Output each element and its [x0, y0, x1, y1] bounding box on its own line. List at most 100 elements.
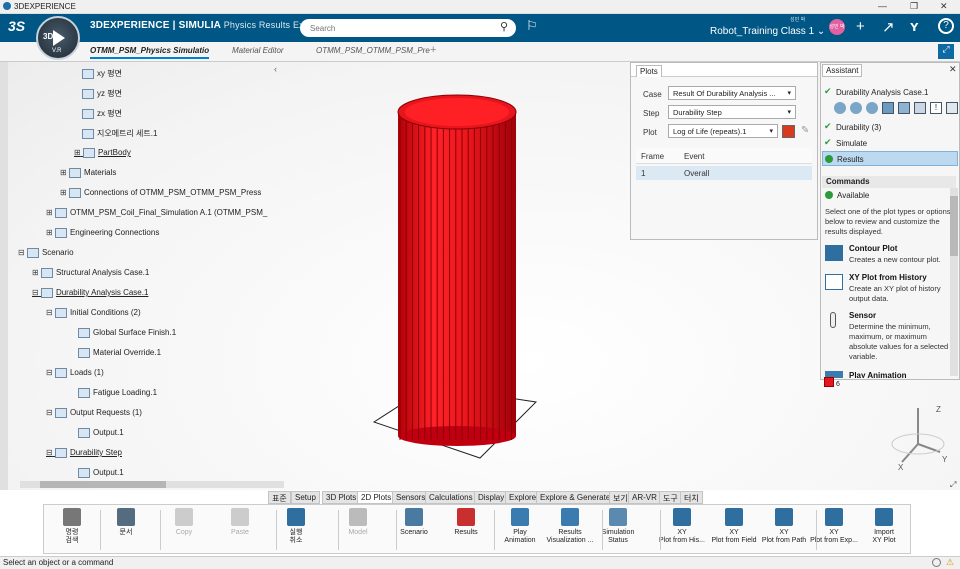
- sensor-title[interactable]: Sensor: [849, 311, 876, 320]
- case-dropdown[interactable]: Result Of Durability Analysis ... ▾: [668, 86, 796, 100]
- bottom-tab[interactable]: 표준: [268, 491, 291, 504]
- collab-space-selector[interactable]: Robot_Training Class 1 ⌄: [710, 26, 825, 37]
- page-icon[interactable]: [946, 102, 958, 114]
- document-button[interactable]: 문서: [102, 508, 150, 537]
- bottom-tab[interactable]: AR-VR: [628, 491, 661, 504]
- add-icon[interactable]: +: [856, 18, 865, 35]
- tree-node-material-override[interactable]: Material Override.1: [78, 348, 161, 358]
- tree-collapse-icon[interactable]: ‹: [274, 64, 277, 74]
- refresh-icon[interactable]: [834, 102, 846, 114]
- collapse-icon[interactable]: ⊟: [46, 408, 53, 417]
- expand-icon[interactable]: ⊞: [32, 268, 39, 277]
- sensor-icon[interactable]: [830, 312, 836, 328]
- tab-pre[interactable]: OTMM_PSM_OTMM_PSM_Pre: [316, 46, 430, 55]
- expand-icon[interactable]: ⤢: [938, 44, 954, 59]
- avatar[interactable]: 성민 박: [829, 19, 845, 35]
- tree-node-geometry-set[interactable]: 지오메트리 세트.1: [82, 128, 157, 139]
- collapse-icon[interactable]: ⊟: [18, 248, 25, 257]
- tree-node-durability-step[interactable]: ⊟ Durability Step: [46, 448, 122, 458]
- tree-node-loads[interactable]: ⊟ Loads (1): [46, 368, 104, 378]
- status-icon[interactable]: [932, 558, 941, 567]
- bottom-tab[interactable]: Calculations: [425, 491, 477, 504]
- model-button[interactable]: Model: [334, 508, 382, 537]
- close-icon[interactable]: ✕: [949, 64, 957, 75]
- restore-icon[interactable]: ❐: [910, 1, 918, 12]
- xy-plot-history-icon[interactable]: [825, 274, 843, 290]
- tree-node-global-surface-finish[interactable]: Global Surface Finish.1: [78, 328, 176, 338]
- bottom-tab[interactable]: 터치: [680, 491, 703, 504]
- import-xy-plot-button[interactable]: Import XY Plot: [860, 508, 908, 545]
- grid-icon[interactable]: [882, 102, 894, 114]
- tab-material-editor[interactable]: Material Editor: [232, 46, 284, 55]
- search-input[interactable]: [300, 19, 516, 37]
- tree-node-coil-simulation[interactable]: ⊞ OTMM_PSM_Coil_Final_Simulation A.1 (OT…: [46, 208, 267, 218]
- tree-node-structural-analysis[interactable]: ⊞ Structural Analysis Case.1: [32, 268, 149, 278]
- contour-plot-title[interactable]: Contour Plot: [849, 244, 897, 253]
- paste-button[interactable]: Paste: [216, 508, 264, 537]
- expand-icon[interactable]: ⊞: [74, 148, 81, 157]
- close-icon[interactable]: ✕: [940, 1, 948, 12]
- edit-icon[interactable]: ✎: [801, 125, 809, 136]
- copy-button[interactable]: Copy: [160, 508, 208, 537]
- maximize-action-bar-icon[interactable]: ⤢: [950, 480, 956, 490]
- xy-plot-path-button[interactable]: XY Plot from Path: [760, 508, 808, 545]
- xy-plot-exp-button[interactable]: XY Plot from Exp...: [810, 508, 858, 545]
- cylinder-model[interactable]: [360, 82, 540, 472]
- tag-icon[interactable]: ⚐: [526, 18, 538, 34]
- collapse-icon[interactable]: ⊟: [46, 448, 53, 457]
- table-icon[interactable]: [898, 102, 910, 114]
- assistant-tab[interactable]: Assistant: [822, 64, 863, 77]
- assistant-simulate[interactable]: Simulate: [836, 139, 867, 148]
- xy-plot-field-button[interactable]: XY Plot from Field: [710, 508, 758, 545]
- expand-icon[interactable]: ⊞: [46, 208, 53, 217]
- expand-icon[interactable]: ⊞: [60, 188, 67, 197]
- play-animation-button[interactable]: Play Animation: [496, 508, 544, 545]
- assistant-case[interactable]: Durability Analysis Case.1: [836, 88, 928, 97]
- ds-logo-icon[interactable]: 3S: [8, 18, 25, 34]
- step-dropdown[interactable]: Durability Step ▾: [668, 105, 796, 119]
- tools-icon[interactable]: ʏ: [910, 18, 919, 35]
- tree-node-initial-conditions[interactable]: ⊟ Initial Conditions (2): [46, 308, 141, 318]
- plot-dropdown[interactable]: Log of Life (repeats).1 ▾: [668, 124, 778, 138]
- assistant-results[interactable]: Results: [822, 151, 958, 166]
- warning-icon[interactable]: !: [930, 102, 942, 114]
- collapse-icon[interactable]: ⊟: [32, 288, 39, 297]
- assistant-durability[interactable]: Durability (3): [836, 123, 881, 132]
- bottom-tab[interactable]: Setup: [291, 491, 320, 504]
- tree-node-materials[interactable]: ⊞ Materials: [60, 168, 116, 178]
- tree-hscrollbar[interactable]: [20, 481, 284, 488]
- plots-tab[interactable]: Plots: [636, 65, 662, 77]
- help-icon[interactable]: ?: [938, 18, 954, 34]
- scenario-button[interactable]: Scenario: [390, 508, 438, 537]
- warning-icon[interactable]: ⚠: [946, 557, 954, 568]
- bottom-tab[interactable]: 3D Plots: [322, 491, 361, 504]
- collapse-icon[interactable]: ⊟: [46, 308, 53, 317]
- bottom-tab[interactable]: 도구: [659, 491, 682, 504]
- tree-node-partbody[interactable]: ⊞ PartBody: [74, 148, 131, 158]
- command-search-button[interactable]: 명령 검색: [48, 508, 96, 545]
- tree-scrollbar[interactable]: [0, 62, 8, 490]
- play-animation-title[interactable]: Play Animation: [849, 371, 907, 378]
- assistant-scrollbar[interactable]: [950, 188, 958, 376]
- add-tab-icon[interactable]: +: [430, 44, 436, 56]
- tree-node-output-1[interactable]: Output.1: [78, 428, 124, 438]
- table-row[interactable]: 1 Overall: [636, 166, 812, 180]
- bottom-tab[interactable]: 2D Plots: [357, 491, 396, 504]
- expand-icon[interactable]: ⊞: [60, 168, 67, 177]
- xy-plot-history-title[interactable]: XY Plot from History: [849, 273, 927, 282]
- refresh-icon[interactable]: [850, 102, 862, 114]
- contour-plot-icon[interactable]: [825, 245, 843, 261]
- tree-node-yz-plane[interactable]: yz 평면: [82, 88, 122, 99]
- compass-widget[interactable]: 3D V.R: [36, 16, 80, 60]
- tree-node-output-2[interactable]: Output.1: [78, 468, 124, 478]
- tab-physics-simulation[interactable]: OTMM_PSM_Physics Simulatio: [90, 46, 210, 59]
- collapse-icon[interactable]: ⊟: [46, 368, 53, 377]
- expand-icon[interactable]: ⊞: [46, 228, 53, 237]
- undo-button[interactable]: 실행 취소: [272, 508, 320, 545]
- results-button[interactable]: Results: [442, 508, 490, 537]
- tree-node-engineering-connections[interactable]: ⊞ Engineering Connections: [46, 228, 159, 238]
- tree-node-output-requests[interactable]: ⊟ Output Requests (1): [46, 408, 142, 418]
- tree-node-zx-plane[interactable]: zx 평면: [82, 108, 122, 119]
- search-icon[interactable]: ⚲: [500, 20, 508, 33]
- bottom-tab[interactable]: Explore & Generate: [536, 491, 615, 504]
